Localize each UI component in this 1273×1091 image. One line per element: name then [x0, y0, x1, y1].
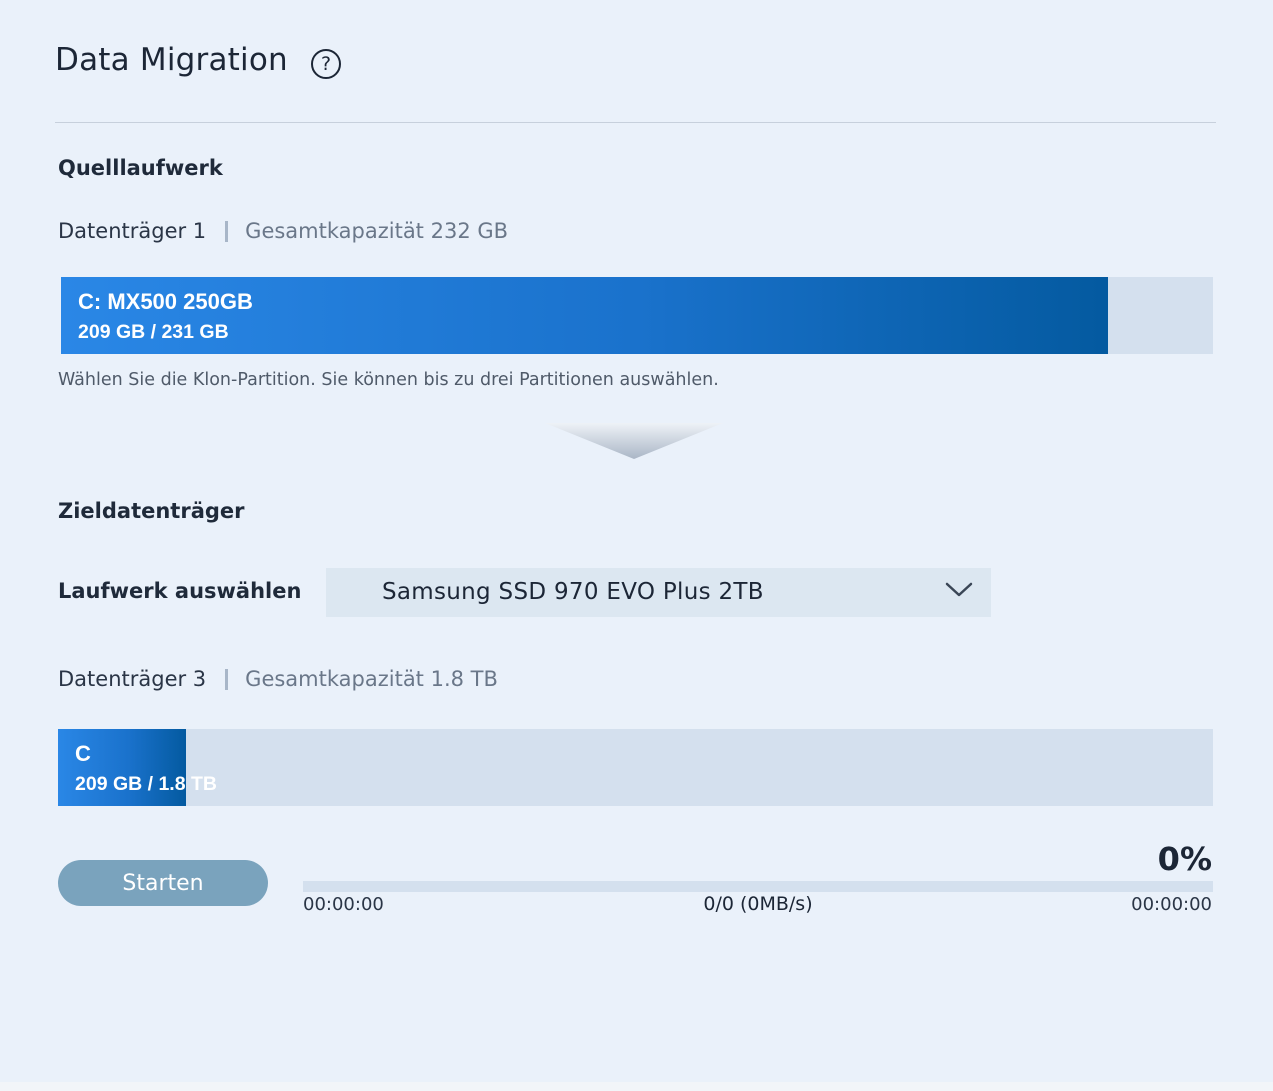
separator [225, 668, 229, 690]
source-disk-name: Datenträger 1 [58, 219, 207, 243]
transfer-rate: 0/0 (0MB/s) [703, 893, 813, 915]
target-partition-name: C [75, 741, 91, 766]
selected-drive: Samsung SSD 970 EVO Plus 2TB [382, 579, 764, 605]
source-partition-usage: 209 GB / 231 GB [78, 321, 229, 343]
partition-hint: Wählen Sie die Klon-Partition. Sie könne… [58, 370, 719, 390]
chevron-down-icon [945, 582, 973, 597]
page-title: Data Migration [55, 42, 288, 78]
bottom-edge [0, 1082, 1273, 1091]
arrow-down-icon [545, 423, 723, 459]
source-partition-name: C: MX500 250GB [78, 289, 253, 314]
target-partition-bar[interactable]: C 209 GB / 1.8 TB [58, 729, 1213, 806]
source-section-title: Quelllaufwerk [58, 156, 223, 180]
drive-select-label: Laufwerk auswählen [58, 579, 302, 603]
separator [225, 220, 229, 242]
target-disk-info: Datenträger 3 Gesamtkapazität 1.8 TB [58, 667, 498, 691]
progress-percent: 0% [1157, 840, 1212, 878]
help-glyph: ? [320, 53, 332, 75]
help-circle-icon[interactable]: ? [311, 49, 341, 79]
target-disk-capacity: Gesamtkapazität 1.8 TB [245, 667, 498, 691]
drive-select[interactable]: Samsung SSD 970 EVO Plus 2TB [326, 568, 991, 617]
target-section-title: Zieldatenträger [58, 499, 245, 523]
target-partition-usage: 209 GB / 1.8 TB [75, 773, 217, 795]
source-disk-info: Datenträger 1 Gesamtkapazität 232 GB [58, 219, 508, 243]
remaining-time: 00:00:00 [1131, 894, 1212, 915]
progress-bar [303, 881, 1213, 892]
header-divider [55, 122, 1216, 123]
target-disk-name: Datenträger 3 [58, 667, 207, 691]
source-partition-bar[interactable]: C: MX500 250GB 209 GB / 231 GB [61, 277, 1213, 354]
source-disk-capacity: Gesamtkapazität 232 GB [245, 219, 509, 243]
